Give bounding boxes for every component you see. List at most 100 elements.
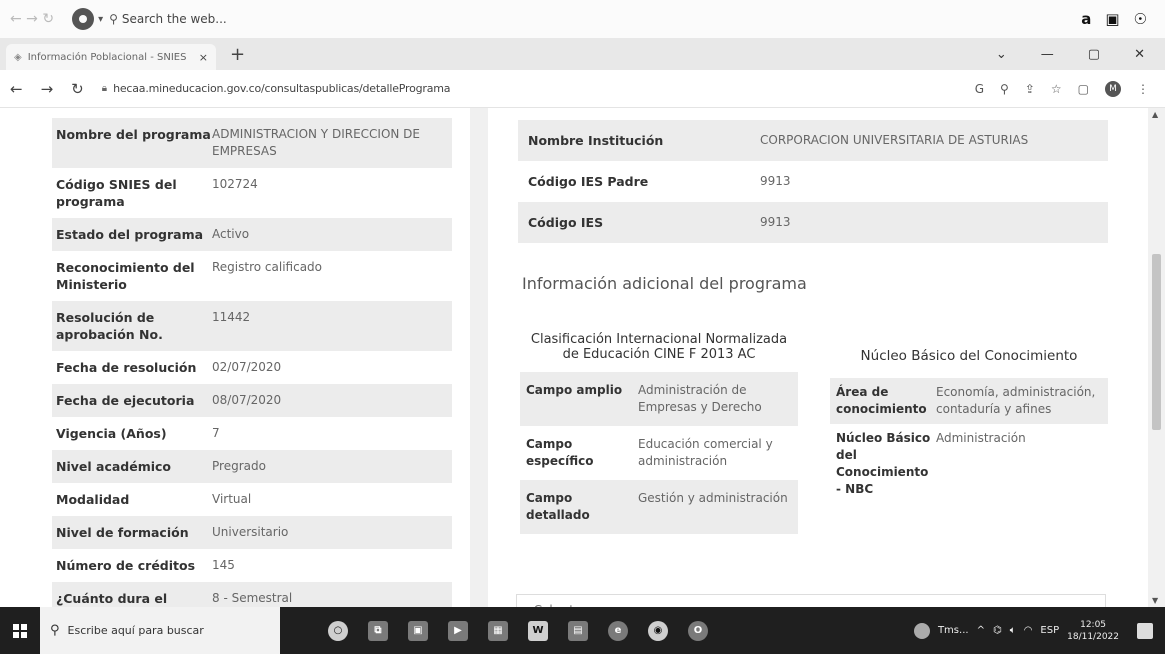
row-value: 8 - Semestral [212, 591, 293, 605]
tab-search-icon[interactable]: ⌄ [996, 47, 1007, 62]
table-row: ¿Cuánto dura el programa? 8 - Semestral [52, 582, 452, 607]
row-value: 145 [212, 558, 235, 572]
search-icon: ⚲ [109, 12, 118, 26]
reload-icon[interactable]: ↻ [71, 80, 84, 98]
scroll-down-icon[interactable]: ▼ [1152, 596, 1158, 605]
nbc-heading: Núcleo Básico del Conocimiento [860, 348, 1078, 364]
row-value: Pregrado [212, 459, 266, 473]
web-search-input[interactable]: ⚲ Search the web... [109, 12, 489, 26]
row-value: Economía, administración, contaduría y a… [936, 385, 1096, 416]
row-label: Campo específico [526, 437, 594, 468]
table-row: Código IES Padre 9913 [518, 161, 1108, 202]
side-panel-icon[interactable]: ▢ [1078, 82, 1089, 96]
row-label: Resolución de aprobación No. [56, 310, 163, 342]
photos-app-icon[interactable]: ▣ [408, 620, 428, 641]
row-label: Campo amplio [526, 383, 623, 397]
chevron-down-icon[interactable]: ▾ [98, 14, 103, 25]
additional-info-heading: Información adicional del programa [522, 274, 807, 293]
cine-classification: Clasificación Internacional Normalizada … [520, 332, 798, 534]
windows-taskbar: ⚲ Escribe aquí para buscar ○ ⧉ ▣ ▶ ▦ W ▤… [0, 607, 1165, 654]
scroll-up-icon[interactable]: ▲ [1152, 110, 1158, 119]
share-icon[interactable]: ⇪ [1025, 82, 1035, 96]
language-indicator[interactable]: ESP [1040, 625, 1059, 636]
taskbar-search-placeholder: Escribe aquí para buscar [67, 624, 204, 637]
top-back-forward-icons[interactable]: ← → ↻ [10, 11, 54, 27]
row-label: Código IES Padre [528, 174, 649, 189]
url-field[interactable]: hecaa.mineducacion.gov.co/consultaspubli… [113, 82, 450, 95]
table-row: Modalidad Virtual [52, 483, 452, 516]
browser-logo-icon[interactable] [72, 8, 95, 30]
close-tab-icon[interactable]: × [199, 51, 208, 64]
clock-date: 18/11/2022 [1067, 631, 1119, 642]
page-scrollbar[interactable]: ▲ ▼ [1148, 108, 1165, 607]
wifi-icon[interactable]: ◠ [1024, 625, 1033, 636]
table-row: Reconocimiento del Ministerio Registro ca… [52, 251, 452, 301]
address-bar: ← → ↻ 🔒︎ hecaa.mineducacion.gov.co/consu… [0, 70, 1165, 108]
tray-app-label[interactable]: Tms... [938, 625, 969, 636]
row-value: Universitario [212, 525, 289, 539]
start-button[interactable] [0, 607, 40, 654]
profile-avatar[interactable]: M [1105, 80, 1121, 97]
minimize-icon[interactable]: — [1041, 47, 1054, 62]
lock-icon[interactable]: 🔒︎ [102, 83, 107, 94]
clock[interactable]: 12:05 18/11/2022 [1067, 619, 1119, 643]
table-row: Código IES 9913 [518, 202, 1108, 243]
row-value: Administración de Empresas y Derecho [638, 383, 762, 414]
table-row: Núcleo Básico del Conocimiento - NBC Admi… [830, 424, 1108, 504]
chevron-up-icon[interactable]: ^ [977, 625, 985, 636]
file-explorer-icon[interactable]: ▤ [568, 620, 588, 641]
notifications-icon[interactable] [1137, 622, 1153, 639]
table-row: Fecha de ejecutoria 08/07/2020 [52, 384, 452, 417]
task-view-icon[interactable]: ⧉ [368, 620, 388, 641]
close-window-icon[interactable]: ✕ [1134, 47, 1145, 62]
weather-icon[interactable] [913, 622, 930, 639]
row-value: Educación comercial y administración [638, 437, 773, 468]
word-icon[interactable]: W [528, 620, 548, 641]
table-row: Nombre Institución CORPORACION UNIVERSITA… [518, 120, 1108, 161]
favicon-icon: ◈ [14, 51, 22, 63]
menu-icon[interactable]: ⋮ [1137, 82, 1149, 96]
media-app-icon[interactable]: ▶ [448, 620, 468, 641]
table-row: Resolución de aprobación No. 11442 [52, 301, 452, 351]
new-tab-button[interactable]: + [230, 44, 245, 65]
cortana-icon[interactable]: ○ [328, 620, 348, 641]
extension-icon[interactable]: ▣ [1105, 10, 1119, 28]
row-label: Estado del programa [56, 227, 204, 242]
zoom-icon[interactable]: ⚲ [1000, 82, 1009, 96]
row-value: Virtual [212, 492, 252, 506]
forward-icon[interactable]: → [41, 80, 54, 98]
tab-active[interactable]: ◈ Información Poblacional - SNIES × [6, 44, 216, 70]
cobertura-accordion[interactable]: › Cobertura [516, 594, 1106, 607]
edge-icon[interactable]: e [608, 620, 628, 641]
row-value: Activo [212, 227, 250, 241]
amazon-icon[interactable]: a [1081, 10, 1091, 28]
table-row: Campo detallado Gestión y administración [520, 480, 798, 534]
row-label: Reconocimiento del Ministerio [56, 260, 195, 292]
restore-icon[interactable]: ▢ [1088, 47, 1100, 62]
google-icon[interactable]: G [975, 82, 984, 96]
search-icon: ⚲ [50, 623, 60, 638]
back-icon[interactable]: ← [10, 80, 23, 98]
system-tray: Tms... ^ ⌬ 🔈︎ ◠ ESP 12:05 18/11/2022 [913, 619, 1165, 643]
table-row: Estado del programa Activo [52, 218, 452, 251]
bookmark-star-icon[interactable]: ☆ [1051, 82, 1062, 96]
chrome-icon[interactable]: ◉ [648, 620, 668, 641]
row-value: CORPORACION UNIVERSITARIA DE ASTURIAS [760, 133, 1029, 147]
network-icon[interactable]: ⌬ [993, 625, 1002, 636]
window-controls: ⌄ — ▢ ✕ [996, 47, 1165, 62]
row-label: Núcleo Básico del Conocimiento - NBC [836, 431, 931, 496]
taskbar-search-input[interactable]: ⚲ Escribe aquí para buscar [40, 607, 280, 654]
scrollbar-thumb[interactable] [1152, 254, 1161, 430]
clock-time: 12:05 [1080, 619, 1107, 630]
assistant-icon[interactable]: ☉ [1134, 10, 1147, 28]
opera-icon[interactable]: O [688, 620, 708, 641]
table-row: Campo amplio Administración de Empresas y… [520, 372, 798, 426]
calculator-icon[interactable]: ▦ [488, 620, 508, 641]
volume-icon[interactable]: 🔈︎ [1010, 625, 1016, 636]
row-value: ADMINISTRACION Y DIRECCION DE EMPRESAS [212, 127, 421, 158]
row-value: 02/07/2020 [212, 360, 282, 374]
row-value: 9913 [760, 174, 791, 188]
cine-heading: Clasificación Internacional Normalizada … [530, 332, 788, 362]
row-value: Registro calificado [212, 260, 323, 274]
row-label: Fecha de resolución [56, 360, 197, 375]
